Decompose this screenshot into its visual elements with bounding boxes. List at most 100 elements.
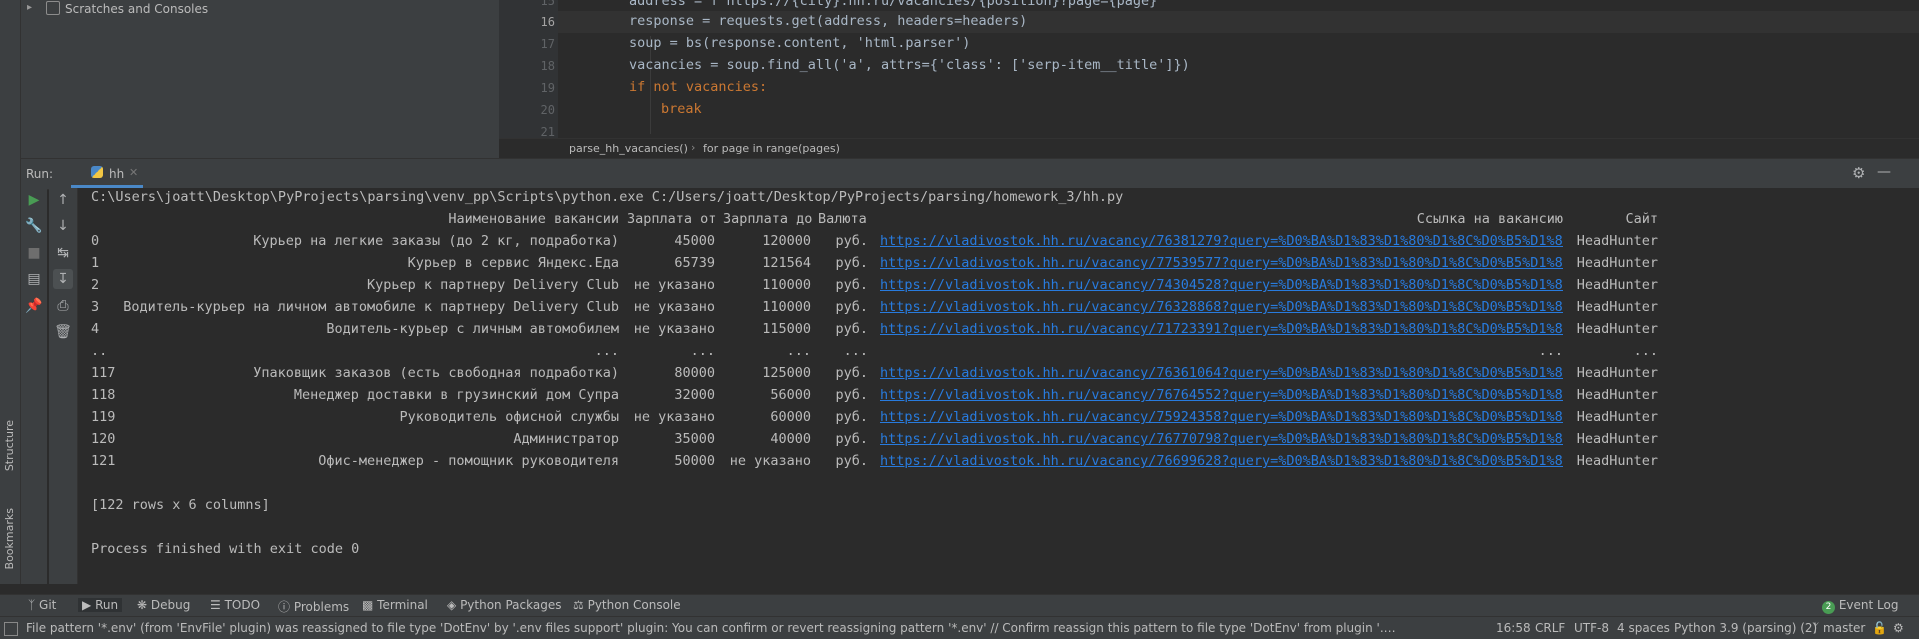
gear-icon[interactable]: ⚙ — [1852, 164, 1865, 182]
breadcrumb-item[interactable]: for page in range(pages) — [703, 142, 840, 155]
minimize-icon[interactable]: — — [1877, 164, 1891, 180]
tab-run[interactable]: ▶ Run — [78, 598, 123, 612]
cell-link[interactable]: https://vladivostok.hh.ru/vacancy/763812… — [880, 233, 1563, 249]
cell-currency: руб. — [835, 387, 868, 403]
cell-currency: руб. — [835, 453, 868, 469]
caret-position[interactable]: 16:58 — [1496, 621, 1531, 635]
scroll-up-icon[interactable]: ↑ — [53, 190, 73, 210]
cell-currency: руб. — [835, 365, 868, 381]
tab-python-packages[interactable]: ◈ Python Packages — [447, 598, 561, 612]
run-label: Run: — [26, 167, 54, 181]
line-number: 18 — [540, 59, 555, 73]
python-interpreter[interactable]: Python 3.9 (parsing) (2) — [1674, 621, 1817, 635]
status-bar: File pattern '*.env' (from 'EnvFile' plu… — [0, 616, 1919, 639]
console-command: C:\Users\joatt\Desktop\PyProjects\parsin… — [91, 189, 1124, 205]
cell-salary-from: 35000 — [674, 431, 715, 447]
run-tab-label: hh — [109, 167, 125, 181]
layout-toggle-icon[interactable] — [4, 622, 18, 636]
status-message[interactable]: File pattern '*.env' (from 'EnvFile' plu… — [26, 621, 1396, 635]
cell-link[interactable]: https://vladivostok.hh.ru/vacancy/717233… — [880, 321, 1563, 337]
cell-currency: руб. — [835, 321, 868, 337]
soft-wrap-icon[interactable]: ↹ — [53, 243, 73, 263]
cell-salary-to: 56000 — [770, 387, 811, 403]
cell-site: HeadHunter — [1576, 409, 1658, 425]
project-pane: ▸ Scratches and Consoles — [21, 0, 499, 158]
git-branch[interactable]: ᛉ master — [1812, 621, 1865, 635]
bookmarks-tab[interactable]: Bookmarks — [3, 508, 16, 569]
scroll-to-end-icon[interactable]: ↧ — [53, 269, 73, 289]
run-tab-hh[interactable]: hh ✕ — [71, 163, 143, 188]
cell-name: Водитель-курьер на личном автомобиле к п… — [123, 299, 619, 315]
cell-name: ... — [594, 343, 619, 359]
cell-link[interactable]: https://vladivostok.hh.ru/vacancy/759243… — [880, 409, 1563, 425]
code-line: break — [661, 101, 702, 117]
tree-item-scratches[interactable]: Scratches and Consoles — [65, 2, 208, 16]
cell-link[interactable]: https://vladivostok.hh.ru/vacancy/743045… — [880, 277, 1563, 293]
cell-link[interactable]: https://vladivostok.hh.ru/vacancy/763288… — [880, 299, 1563, 315]
column-header-site: Сайт — [1625, 211, 1658, 227]
python-file-icon — [91, 166, 103, 178]
notifications-icon[interactable]: ⚙ — [1893, 621, 1904, 635]
run-panel-header: Run: hh ✕ ⚙ — — [21, 158, 1919, 190]
cell-currency: руб. — [835, 233, 868, 249]
left-tool-stripe: Structure Bookmarks — [0, 0, 21, 584]
code-line: response = requests.get(address, headers… — [629, 13, 1028, 29]
file-encoding[interactable]: UTF-8 — [1574, 621, 1609, 635]
event-count-badge: 2 — [1822, 601, 1835, 614]
git-icon: ᛉ — [28, 598, 36, 612]
cell-salary-to: 40000 — [770, 431, 811, 447]
tab-python-console[interactable]: ⚖ Python Console — [573, 598, 681, 612]
cell-site: HeadHunter — [1576, 365, 1658, 381]
line-separator[interactable]: CRLF — [1535, 621, 1565, 635]
cell-link[interactable]: https://vladivostok.hh.ru/vacancy/775395… — [880, 255, 1563, 271]
stop-icon[interactable]: ■ — [24, 243, 44, 263]
problems-icon: ⓘ — [278, 600, 291, 614]
cell-salary-from: не указано — [633, 321, 715, 337]
column-header-currency: Валюта — [818, 211, 867, 227]
line-number: 19 — [540, 81, 555, 95]
rerun-icon[interactable]: ▶ — [24, 190, 44, 210]
cell-link: ... — [1538, 343, 1563, 359]
tab-label: Run — [95, 598, 119, 612]
cell-site: HeadHunter — [1576, 453, 1658, 469]
cell-name: Курьер к партнеру Delivery Club — [367, 277, 619, 293]
print-icon[interactable]: ⎙ — [53, 296, 73, 316]
column-header-from: Зарплата от — [627, 211, 717, 227]
event-log-button[interactable]: 2 Event Log — [1822, 598, 1898, 614]
tab-label: Python Console — [587, 598, 681, 612]
cell-salary-from: 80000 — [674, 365, 715, 381]
tab-label: Terminal — [377, 598, 428, 612]
run-icon: ▶ — [82, 598, 92, 612]
cell-link[interactable]: https://vladivostok.hh.ru/vacancy/763610… — [880, 365, 1563, 381]
cell-salary-to: 60000 — [770, 409, 811, 425]
tab-git[interactable]: ᛉ Git — [28, 598, 56, 612]
code-line: if not vacancies: — [629, 79, 768, 95]
wrench-icon[interactable]: 🔧 — [24, 216, 44, 236]
line-number: 20 — [540, 103, 555, 117]
close-icon[interactable]: ✕ — [129, 166, 138, 179]
lock-icon[interactable]: 🔓 — [1872, 621, 1887, 635]
cell-site: HeadHunter — [1576, 255, 1658, 271]
pin-icon[interactable]: 📌 — [24, 296, 44, 316]
run-toolbar-secondary: ↑ ↓ ↹ ↧ ⎙ 🗑 — [49, 188, 78, 584]
scroll-down-icon[interactable]: ↓ — [53, 216, 73, 236]
indent-setting[interactable]: 4 spaces — [1617, 621, 1670, 635]
breadcrumb-item[interactable]: parse_hh_vacancies() — [569, 142, 688, 155]
tab-todo[interactable]: ☰ TODO — [210, 598, 260, 612]
tab-problems[interactable]: ⓘ Problems — [278, 598, 349, 615]
column-header-link: Ссылка на вакансию — [1416, 211, 1563, 227]
cell-site: HeadHunter — [1576, 387, 1658, 403]
expand-arrow-icon[interactable]: ▸ — [27, 2, 32, 13]
structure-tab[interactable]: Structure — [3, 420, 16, 471]
cell-link[interactable]: https://vladivostok.hh.ru/vacancy/767645… — [880, 387, 1563, 403]
cell-link[interactable]: https://vladivostok.hh.ru/vacancy/767707… — [880, 431, 1563, 447]
cell-name: Офис-менеджер - помощник руководителя — [318, 453, 619, 469]
terminal-icon: ▩ — [362, 598, 374, 612]
cell-link[interactable]: https://vladivostok.hh.ru/vacancy/766996… — [880, 453, 1563, 469]
tab-debug[interactable]: ❋ Debug — [137, 598, 190, 612]
table-summary: [122 rows x 6 columns] — [91, 497, 270, 513]
branch-label: master — [1823, 621, 1866, 635]
tab-terminal[interactable]: ▩ Terminal — [362, 598, 428, 612]
trash-icon[interactable]: 🗑 — [53, 322, 73, 342]
restore-layout-icon[interactable]: ▤ — [24, 269, 44, 289]
